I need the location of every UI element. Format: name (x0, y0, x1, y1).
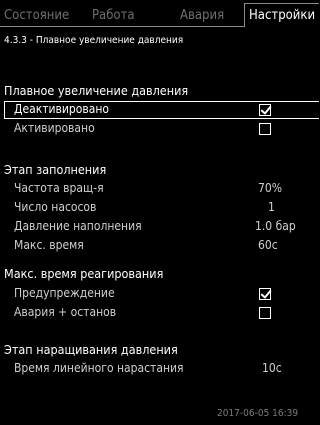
section-heading-soft-pressure: Плавное увеличение давления (4, 83, 189, 98)
breadcrumb: 4.3.3 - Плавное увеличение давления (4, 35, 184, 46)
tab-active-border-left (244, 3, 245, 27)
option-warning-checkbox[interactable] (259, 288, 271, 300)
section-heading-max-reaction: Макс. время реагирования (4, 266, 164, 281)
tab-alarm[interactable]: Авария (180, 8, 224, 23)
fill-speed-value[interactable]: 70% (258, 181, 282, 195)
option-activated-checkbox[interactable] (259, 123, 271, 135)
pump-count-value[interactable]: 1 (268, 200, 275, 214)
option-alarm-stop-checkbox[interactable] (259, 307, 271, 319)
option-alarm-stop-label[interactable]: Авария + останов (14, 305, 116, 319)
tab-status[interactable]: Состояние (4, 8, 69, 23)
tab-operation[interactable]: Работа (92, 8, 135, 23)
section-heading-fill-stage: Этап заполнения (4, 162, 107, 177)
tab-settings[interactable]: Настройки (249, 8, 315, 23)
fill-pressure-value[interactable]: 1.0 бар (255, 219, 296, 233)
fill-speed-label[interactable]: Частота вращ-я (14, 181, 104, 195)
tab-active-border (244, 3, 319, 4)
max-time-label[interactable]: Макс. время (14, 238, 84, 252)
fill-pressure-label[interactable]: Давление наполнения (14, 219, 142, 233)
max-time-value[interactable]: 60с (258, 238, 278, 252)
ramp-time-label[interactable]: Время линейного нарастания (14, 361, 184, 375)
option-activated-label[interactable]: Активировано (14, 121, 95, 135)
tab-bar-divider (0, 26, 244, 27)
controller-screen: Состояние Работа Авария Настройки 4.3.3 … (0, 0, 319, 425)
option-warning-label[interactable]: Предупреждение (14, 286, 115, 300)
option-deactivated-label[interactable]: Деактивировано (14, 102, 109, 116)
pump-count-label[interactable]: Число насосов (14, 200, 96, 214)
footer-datetime: 2017-06-05 16:39 (217, 408, 299, 419)
option-deactivated-checkbox[interactable] (259, 104, 271, 116)
ramp-time-value[interactable]: 10с (262, 361, 282, 375)
section-heading-ramp-stage: Этап наращивания давления (4, 342, 178, 357)
